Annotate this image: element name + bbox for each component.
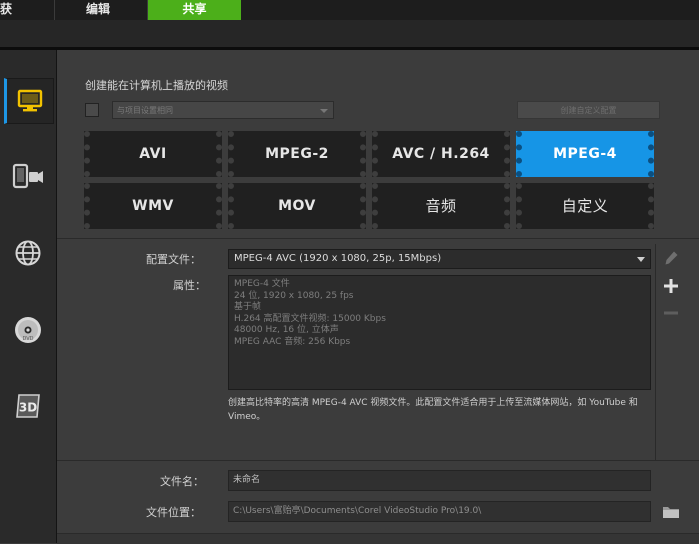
device-icon [12, 163, 43, 189]
minus-icon [664, 311, 678, 315]
format-mov[interactable]: MOV [228, 183, 366, 229]
browse-folder-button[interactable] [660, 501, 682, 522]
edit-profile-button[interactable] [660, 248, 682, 268]
tab-edit[interactable]: 编辑 [54, 0, 142, 20]
file-location-input[interactable]: C:\Users\富贻亭\Documents\Corel VideoStudio… [228, 501, 651, 522]
remove-profile-button[interactable] [660, 303, 682, 323]
add-profile-button[interactable] [660, 276, 682, 296]
format-avc-h264[interactable]: AVC / H.264 [372, 131, 510, 177]
attribute-line: 基于帧 [234, 302, 262, 312]
tab-share[interactable]: 共享 [148, 0, 241, 20]
folder-icon [663, 506, 679, 518]
pencil-icon [665, 251, 678, 265]
profile-description: 创建高比特率的高清 MPEG-4 AVC 视频文件。此配置文件适合用于上传至流媒… [228, 398, 638, 422]
toolbar-strip [0, 20, 699, 47]
attributes-box: MPEG-4 文件 24 位, 1920 x 1080, 25 fps 基于帧 … [228, 275, 651, 390]
format-audio[interactable]: 音频 [372, 183, 510, 229]
attribute-line: 48000 Hz, 16 位, 立体声 [234, 325, 339, 335]
bottom-band [57, 533, 699, 544]
disc-icon: DVD [15, 317, 41, 343]
tab-capture[interactable]: 获 [0, 0, 14, 20]
format-mpeg2[interactable]: MPEG-2 [228, 131, 366, 177]
format-mpeg4[interactable]: MPEG-4 [516, 131, 654, 177]
sidebar-item-disc[interactable]: DVD [4, 306, 52, 354]
disc-label: DVD [22, 336, 33, 342]
top-tab-bar: 获 编辑 共享 [0, 0, 699, 20]
globe-icon [15, 240, 41, 266]
section-divider [57, 460, 699, 461]
format-wmv[interactable]: WMV [84, 183, 222, 229]
vertical-divider [655, 244, 656, 460]
sidebar-item-web[interactable] [4, 229, 52, 277]
3d-icon: 3D [16, 394, 40, 418]
chevron-down-icon [320, 109, 328, 113]
attribute-line: 24 位, 1920 x 1080, 25 fps [234, 290, 354, 301]
create-custom-profile-button[interactable]: 创建自定义配置 [517, 101, 660, 119]
plus-icon [664, 279, 678, 293]
chevron-down-icon [637, 257, 645, 262]
sidebar-item-device[interactable] [4, 152, 52, 200]
format-avi[interactable]: AVI [84, 131, 222, 177]
project-settings-dropdown[interactable]: 与项目设置相同 [112, 101, 334, 119]
attribute-line: H.264 高配置文件视频: 15000 Kbps [234, 313, 386, 324]
file-name-label: 文件名： [160, 475, 204, 488]
3d-label: 3D [19, 401, 37, 415]
project-settings-value: 与项目设置相同 [117, 106, 173, 115]
format-custom[interactable]: 自定义 [516, 183, 654, 229]
section-divider [57, 238, 699, 239]
attribute-line: MPEG-4 文件 [234, 279, 290, 289]
profile-value: MPEG-4 AVC (1920 x 1080, 25p, 15Mbps) [234, 253, 442, 264]
computer-icon [17, 89, 43, 112]
file-location-label: 文件位置： [146, 506, 201, 519]
file-name-input[interactable]: 未命名 [228, 470, 651, 491]
panel-title: 创建能在计算机上播放的视频 [85, 79, 228, 92]
sidebar-item-3d[interactable]: 3D [4, 382, 52, 430]
attributes-label: 属性： [173, 279, 206, 292]
profile-label: 配置文件： [146, 253, 201, 266]
same-as-project-checkbox[interactable] [85, 103, 99, 117]
attribute-line: MPEG AAC 音频: 256 Kbps [234, 336, 351, 347]
sidebar-item-computer[interactable] [4, 78, 54, 124]
profile-dropdown[interactable]: MPEG-4 AVC (1920 x 1080, 25p, 15Mbps) [228, 249, 651, 269]
